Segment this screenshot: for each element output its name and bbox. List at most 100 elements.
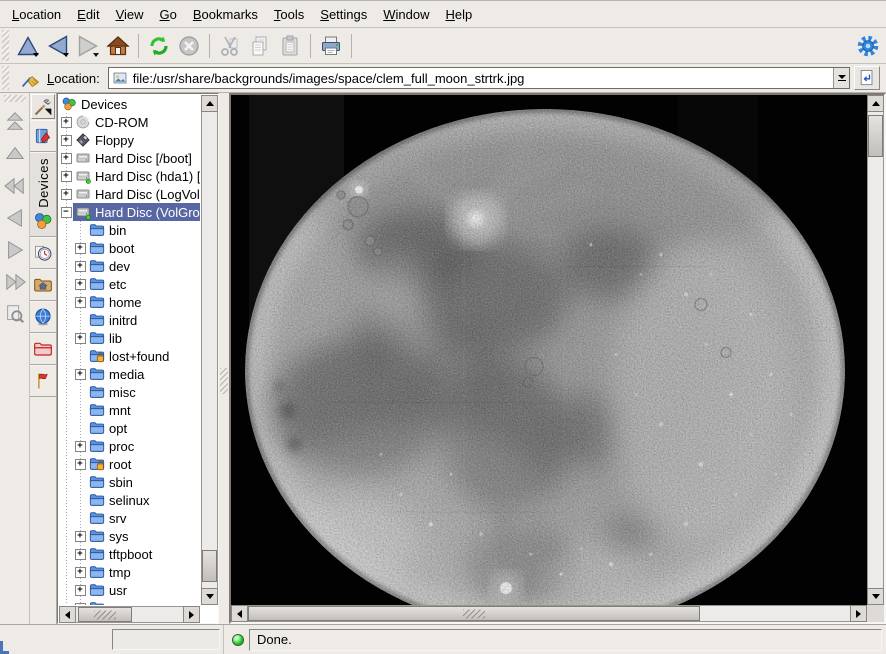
- tree-expander[interactable]: +: [73, 365, 87, 383]
- tree-item-tftpboot[interactable]: tftpboot: [87, 545, 154, 563]
- tree-row[interactable]: +Hard Disc [/boot]: [59, 149, 200, 167]
- tree-item-srv[interactable]: srv: [87, 509, 128, 527]
- tree-item-hard-disc-volgrou[interactable]: Hard Disc (VolGrou: [73, 203, 200, 221]
- tree-item-usr[interactable]: usr: [87, 581, 129, 599]
- tree-expander[interactable]: +: [73, 275, 87, 293]
- panel-splitter[interactable]: [219, 93, 229, 624]
- print-button[interactable]: [316, 31, 346, 61]
- tree-row[interactable]: Devices: [59, 95, 200, 113]
- tree-item-proc[interactable]: proc: [87, 437, 136, 455]
- tree-item-hard-disc-boot-[interactable]: Hard Disc [/boot]: [73, 149, 194, 167]
- tree-hscroll-track[interactable]: [76, 606, 183, 623]
- sidebar-config-button[interactable]: [31, 94, 55, 119]
- image-vscroll-thumb[interactable]: [868, 115, 883, 157]
- location-input[interactable]: file:/usr/share/backgrounds/images/space…: [133, 71, 833, 86]
- image-vertical-scrollbar[interactable]: [867, 95, 884, 605]
- tree-expander[interactable]: +: [59, 167, 73, 185]
- reload-button[interactable]: [144, 31, 174, 61]
- tree-row[interactable]: sbin: [59, 473, 200, 491]
- image-viewport[interactable]: [231, 95, 867, 605]
- tree-item-dev[interactable]: dev: [87, 257, 132, 275]
- tree-item-tmp[interactable]: tmp: [87, 563, 133, 581]
- tree-row[interactable]: +etc: [59, 275, 200, 293]
- expand-plus-icon[interactable]: +: [61, 171, 72, 182]
- up-button[interactable]: [13, 31, 43, 61]
- location-toolbar-drag-handle[interactable]: [2, 66, 9, 90]
- tree-row[interactable]: mnt: [59, 401, 200, 419]
- menu-item-go[interactable]: Go: [152, 2, 185, 27]
- tree-row[interactable]: +Floppy: [59, 131, 200, 149]
- sidebar-tab-history[interactable]: [30, 237, 56, 269]
- tree-vertical-scrollbar[interactable]: [201, 95, 218, 605]
- expand-plus-icon[interactable]: +: [75, 441, 86, 452]
- expand-plus-icon[interactable]: +: [75, 333, 86, 344]
- menu-item-bookmarks[interactable]: Bookmarks: [185, 2, 266, 27]
- tree-expander[interactable]: +: [59, 131, 73, 149]
- image-scroll-right-button[interactable]: [850, 605, 867, 622]
- image-hscroll-track[interactable]: [248, 605, 850, 622]
- tree-item-floppy[interactable]: Floppy: [73, 131, 136, 149]
- sidebar-drag-handle[interactable]: [4, 95, 26, 102]
- menu-item-window[interactable]: Window: [375, 2, 437, 27]
- tree-expander[interactable]: +: [73, 239, 87, 257]
- tree-item-etc[interactable]: etc: [87, 275, 128, 293]
- tree-expander[interactable]: +: [73, 563, 87, 581]
- tree-row[interactable]: +Hard Disc (LogVol0: [59, 185, 200, 203]
- sidebar-tab-root-directory[interactable]: [30, 333, 56, 365]
- clear-location-button[interactable]: [17, 66, 43, 90]
- tree-item-initrd[interactable]: initrd: [87, 311, 139, 329]
- tree-hscroll-thumb[interactable]: [78, 607, 132, 622]
- expand-plus-icon[interactable]: +: [75, 459, 86, 470]
- image-horizontal-scrollbar[interactable]: [231, 605, 867, 622]
- expand-plus-icon[interactable]: +: [75, 531, 86, 542]
- tree-item-sys[interactable]: sys: [87, 527, 131, 545]
- tree-row[interactable]: initrd: [59, 311, 200, 329]
- go-button[interactable]: [854, 66, 880, 90]
- tree-item-sbin[interactable]: sbin: [87, 473, 135, 491]
- tree-row[interactable]: bin: [59, 221, 200, 239]
- tree-row[interactable]: opt: [59, 419, 200, 437]
- sidebar-tab-devices[interactable]: Devices: [30, 152, 56, 237]
- tree-item-var[interactable]: var: [87, 599, 129, 605]
- tree-row[interactable]: +boot: [59, 239, 200, 257]
- tree-row[interactable]: −Hard Disc (VolGrou: [59, 203, 200, 221]
- expand-plus-icon[interactable]: +: [75, 603, 86, 606]
- menu-item-location[interactable]: Location: [4, 2, 69, 27]
- back-button[interactable]: [43, 31, 73, 61]
- tree-item-hard-disc-hda1-[interactable]: Hard Disc (hda1) [/: [73, 167, 200, 185]
- tree-expander[interactable]: +: [73, 545, 87, 563]
- tree-row[interactable]: +tmp: [59, 563, 200, 581]
- tree-expander[interactable]: +: [59, 185, 73, 203]
- tree-item-selinux[interactable]: selinux: [87, 491, 151, 509]
- tree-vscroll-thumb[interactable]: [202, 550, 217, 582]
- expand-plus-icon[interactable]: +: [61, 153, 72, 164]
- tree-row[interactable]: lost+found: [59, 347, 200, 365]
- tree-item-boot[interactable]: boot: [87, 239, 136, 257]
- tree-row[interactable]: +tftpboot: [59, 545, 200, 563]
- tree-vscroll-track[interactable]: [201, 112, 218, 588]
- tree-expander[interactable]: +: [59, 113, 73, 131]
- collapse-minus-icon[interactable]: −: [61, 207, 72, 218]
- expand-plus-icon[interactable]: +: [75, 585, 86, 596]
- sidebar-tab-bookmarks[interactable]: [30, 120, 56, 152]
- tree-row[interactable]: +sys: [59, 527, 200, 545]
- tree-item-bin[interactable]: bin: [87, 221, 128, 239]
- tree-item-home[interactable]: home: [87, 293, 144, 311]
- expand-plus-icon[interactable]: +: [75, 369, 86, 380]
- tree-row[interactable]: +media: [59, 365, 200, 383]
- location-combobox[interactable]: file:/usr/share/backgrounds/images/space…: [108, 67, 850, 89]
- menu-item-view[interactable]: View: [108, 2, 152, 27]
- tree-expander[interactable]: +: [73, 527, 87, 545]
- tree-row[interactable]: selinux: [59, 491, 200, 509]
- tree-item-devices[interactable]: Devices: [59, 95, 129, 113]
- tree-item-opt[interactable]: opt: [87, 419, 129, 437]
- tree-row[interactable]: srv: [59, 509, 200, 527]
- tree-expander[interactable]: −: [59, 203, 73, 221]
- sidebar-tab-network[interactable]: [30, 301, 56, 333]
- tree-row[interactable]: +Hard Disc (hda1) [/: [59, 167, 200, 185]
- location-dropdown-button[interactable]: [833, 68, 849, 88]
- tree-expander[interactable]: +: [73, 437, 87, 455]
- image-vscroll-track[interactable]: [867, 112, 884, 588]
- tree-row[interactable]: +dev: [59, 257, 200, 275]
- image-scroll-up-button[interactable]: [867, 95, 884, 112]
